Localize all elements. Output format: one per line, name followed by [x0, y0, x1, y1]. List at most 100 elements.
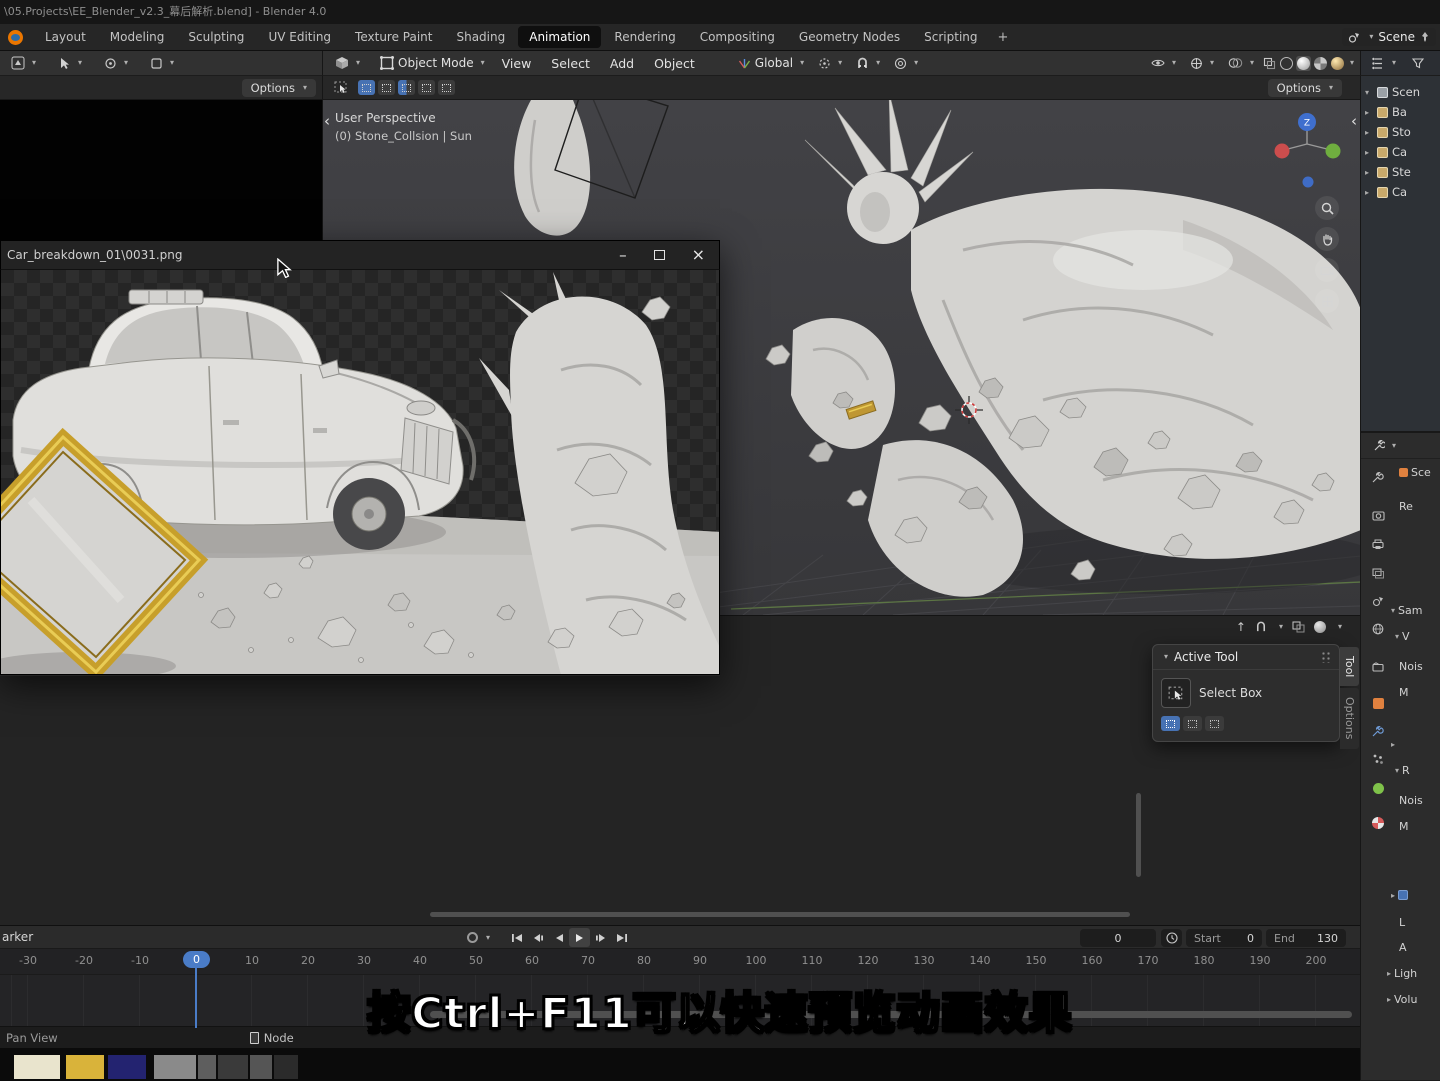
- menu-add[interactable]: Add: [601, 56, 643, 71]
- tab-animation[interactable]: Animation: [518, 26, 602, 48]
- expand-icon[interactable]: ▾: [1365, 88, 1373, 97]
- select-box-tile[interactable]: [1161, 678, 1191, 708]
- prev-keyframe-button[interactable]: [527, 928, 548, 947]
- left-options-dropdown[interactable]: Options ▾: [241, 78, 316, 97]
- track-chip[interactable]: Node: [249, 1031, 294, 1045]
- ortho-toggle-button[interactable]: [1315, 289, 1339, 313]
- maximize-button[interactable]: [653, 250, 665, 260]
- overlap-mode-button[interactable]: [1292, 621, 1305, 633]
- properties-tab-modifiers[interactable]: [1367, 720, 1389, 742]
- jump-to-end-button[interactable]: [611, 928, 632, 947]
- disclosure-icon[interactable]: ▸: [1365, 148, 1373, 157]
- sync-up-icon[interactable]: ↑: [1236, 620, 1246, 634]
- close-button[interactable]: ×: [692, 247, 705, 263]
- properties-tab-render[interactable]: [1367, 504, 1389, 526]
- timeline-hscrollbar[interactable]: [430, 1011, 1352, 1018]
- properties-tab-view-layer[interactable]: [1367, 562, 1389, 584]
- use-preview-range-button[interactable]: [1161, 929, 1182, 947]
- properties-editor[interactable]: ▾ Sce Re ▾ Sam ▾ V Nois M ▸ ▾ R Nois M ▸ L …: [1360, 431, 1440, 1080]
- gizmos-toggle[interactable]: ▾: [1184, 55, 1220, 72]
- props-section-light-paths[interactable]: ▸ Ligh: [1387, 967, 1417, 980]
- mode-subtract-toggle[interactable]: [1205, 716, 1224, 731]
- shading-material-button[interactable]: [1313, 56, 1328, 71]
- transform-orientation-selector[interactable]: Global ▾: [732, 54, 810, 72]
- tab-modeling[interactable]: Modeling: [99, 26, 176, 48]
- select-mode-invert-toggle[interactable]: [418, 80, 435, 95]
- properties-tab-scene[interactable]: [1367, 590, 1389, 612]
- xray-toggle[interactable]: [1262, 56, 1277, 71]
- toolbar-collapse-icon[interactable]: ‹: [324, 112, 330, 130]
- snap-magnet-button[interactable]: [1255, 621, 1267, 633]
- main-options-dropdown[interactable]: Options ▾: [1267, 78, 1342, 97]
- timeline-editor[interactable]: arker ▾ 0 Start 0 End 130 -30 -20 -10 0 …: [0, 925, 1360, 1081]
- tab-sculpting[interactable]: Sculpting: [177, 26, 255, 48]
- left-annotate-tool-button[interactable]: ▾: [144, 55, 180, 72]
- caret-icon[interactable]: ▾: [1279, 623, 1283, 631]
- properties-tab-collection[interactable]: [1367, 656, 1389, 678]
- outliner-item[interactable]: ▸ Ste: [1361, 162, 1440, 182]
- menu-select[interactable]: Select: [542, 56, 599, 71]
- outliner[interactable]: ▾ Scen ▸ Ba ▸ Sto ▸ Ca ▸ Ste ▸ Ca: [1360, 76, 1440, 431]
- tab-geometry-nodes[interactable]: Geometry Nodes: [788, 26, 911, 48]
- current-frame-field[interactable]: 0: [1080, 929, 1156, 947]
- start-frame-field[interactable]: Start 0: [1186, 929, 1262, 947]
- outliner-filter-button[interactable]: [1410, 56, 1425, 71]
- shading-wireframe-button[interactable]: [1279, 56, 1294, 71]
- proportional-editing-toggle[interactable]: ▾: [888, 55, 924, 72]
- outliner-item[interactable]: ▸ Ca: [1361, 182, 1440, 202]
- jump-to-start-button[interactable]: [506, 928, 527, 947]
- timeline-tracks[interactable]: [0, 975, 1360, 1026]
- select-mode-subtract-toggle[interactable]: [398, 80, 415, 95]
- select-mode-set-toggle[interactable]: [358, 80, 375, 95]
- properties-tab-world[interactable]: [1367, 618, 1389, 640]
- next-keyframe-button[interactable]: [590, 928, 611, 947]
- properties-tab-object[interactable]: [1367, 692, 1389, 714]
- sidebar-tab-tool[interactable]: Tool: [1340, 647, 1359, 687]
- end-frame-field[interactable]: End 130: [1266, 929, 1346, 947]
- tab-shading[interactable]: Shading: [445, 26, 516, 48]
- disclosure-icon[interactable]: ▸: [1365, 128, 1373, 137]
- outliner-root-row[interactable]: ▾ Scen: [1361, 82, 1440, 102]
- properties-tab-data[interactable]: [1367, 777, 1389, 799]
- add-workspace-button[interactable]: +: [990, 28, 1017, 47]
- scene-selector[interactable]: ▾ Scene: [1342, 28, 1436, 46]
- menu-object[interactable]: Object: [645, 56, 704, 71]
- shading-options-caret-icon[interactable]: ▾: [1350, 59, 1354, 67]
- properties-editor-type-button[interactable]: ▾: [1367, 438, 1402, 454]
- props-section-render[interactable]: ▾ R: [1395, 764, 1410, 777]
- lower-hscrollbar[interactable]: [430, 912, 1130, 917]
- image-window-titlebar[interactable]: Car_breakdown_01\0031.png – ×: [0, 240, 720, 270]
- outliner-item[interactable]: ▸ Ca: [1361, 142, 1440, 162]
- caret-icon[interactable]: ▾: [1338, 623, 1342, 631]
- outliner-editor-type-button[interactable]: ▾: [1366, 55, 1402, 72]
- shading-solid-button[interactable]: [1295, 55, 1311, 71]
- props-disclosure[interactable]: ▸: [1391, 740, 1395, 749]
- auto-keying-toggle[interactable]: [462, 928, 483, 947]
- sidebar-scrollbar[interactable]: [1136, 793, 1141, 877]
- props-section-viewport[interactable]: ▾ V: [1395, 630, 1410, 643]
- outliner-item[interactable]: ▸ Ba: [1361, 102, 1440, 122]
- active-tool-row[interactable]: Select Box: [1153, 670, 1339, 716]
- zoom-button[interactable]: [1315, 196, 1339, 220]
- properties-tab-output[interactable]: [1367, 533, 1389, 555]
- mode-set-toggle[interactable]: [1161, 716, 1180, 731]
- properties-tab-material[interactable]: [1367, 812, 1389, 834]
- panel-grip-icon[interactable]: [1321, 651, 1331, 663]
- active-tool-icon-button[interactable]: [333, 80, 348, 95]
- playhead-line[interactable]: [195, 968, 197, 1028]
- outliner-item[interactable]: ▸ Sto: [1361, 122, 1440, 142]
- viewport-editor-type-button[interactable]: ▾: [329, 54, 366, 72]
- disclosure-icon[interactable]: ▸: [1365, 188, 1373, 197]
- shading-rendered-button[interactable]: [1330, 56, 1345, 71]
- left-select-tool-button[interactable]: ▾: [52, 55, 88, 72]
- shading-sphere-button[interactable]: [1313, 621, 1326, 633]
- properties-tab-particles[interactable]: [1367, 748, 1389, 770]
- tab-uv-editing[interactable]: UV Editing: [257, 26, 342, 48]
- pin-icon[interactable]: [1420, 31, 1430, 43]
- mode-extend-toggle[interactable]: [1183, 716, 1202, 731]
- active-tool-panel-header[interactable]: ▾ Active Tool: [1153, 645, 1339, 670]
- snap-toggle[interactable]: ▾: [850, 55, 886, 72]
- keying-caret-icon[interactable]: ▾: [486, 933, 490, 942]
- properties-tab-tool[interactable]: [1367, 466, 1389, 488]
- checkbox-icon[interactable]: [1398, 890, 1409, 900]
